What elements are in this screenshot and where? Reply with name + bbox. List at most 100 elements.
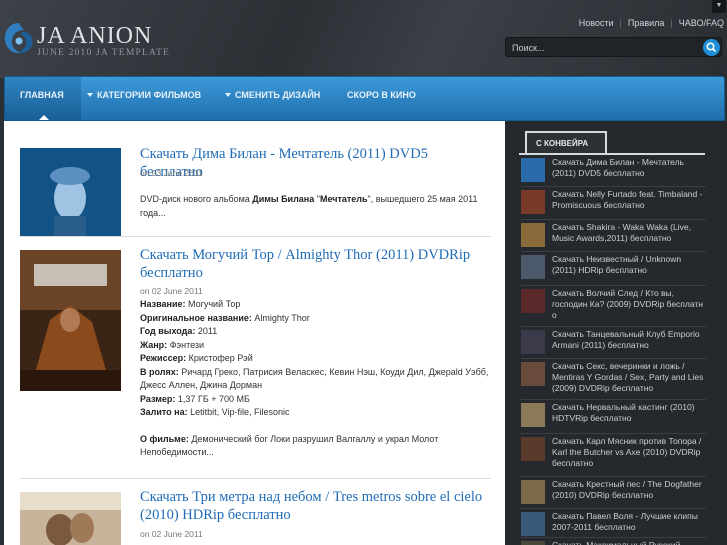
detail-row: Размер: 1,37 ГБ + 700 МБ [140, 393, 490, 407]
search-input[interactable] [512, 41, 692, 54]
sidebar-item-title[interactable]: Скачать Волчий След / Кто вы, господин К… [552, 288, 707, 321]
post-divider [20, 236, 491, 237]
sidebar-item-title[interactable]: Скачать Карл Мясник против Топора / Karl… [552, 436, 707, 469]
detail-value: Кристофер Рэй [186, 353, 253, 363]
sidebar-item-title[interactable]: Скачать Танцевальный Клуб Emporio Armani… [552, 329, 707, 351]
nav-change-design[interactable]: Сменить дизайн [225, 77, 320, 120]
sidebar-item[interactable]: Скачать Карл Мясник против Топора / Karl… [521, 434, 706, 477]
detail-value: Letitbit, Vip-file, Filesonic [187, 407, 290, 417]
detail-row: Жанр: Фэнтези [140, 339, 490, 353]
post-thumbnail[interactable] [20, 148, 121, 237]
sidebar-item-thumbnail[interactable] [521, 190, 545, 214]
sidebar-item[interactable]: Скачать Нервальный кастинг (2010) HDTVRi… [521, 400, 706, 434]
detail-label: Название: [140, 299, 186, 309]
detail-value: 2011 [195, 326, 218, 336]
sidebar-item-thumbnail[interactable] [521, 437, 545, 461]
sidebar-item-title[interactable]: Скачать Дима Билан - Мечтатель (2011) DV… [552, 157, 707, 179]
detail-row: Название: Могучий Тор [140, 298, 490, 312]
separator: | [670, 18, 673, 28]
sidebar-item[interactable]: Скачать Танцевальный Клуб Emporio Armani… [521, 327, 706, 359]
sidebar-item-thumbnail[interactable] [521, 362, 545, 386]
sidebar-item[interactable]: Скачать Дима Билан - Мечтатель (2011) DV… [521, 155, 706, 187]
detail-value: 1,37 ГБ + 700 МБ [175, 393, 250, 404]
post-date: on 03 June 2011 [140, 168, 203, 178]
sidebar-item[interactable]: Скачать Волчий След / Кто вы, господин К… [521, 286, 706, 327]
detail-value: Almighty Thor [251, 312, 310, 323]
caret-down-icon [225, 92, 231, 97]
nav-categories-label: Категории фильмов [97, 90, 202, 100]
nav-home-label: Главная [20, 90, 64, 100]
detail-label: Размер: [140, 393, 176, 404]
active-pointer [39, 115, 49, 120]
sidebar-item-title[interactable]: Скачать Павел Воля - Лучшие клипы 2007-2… [552, 511, 707, 533]
excerpt-bold: Димы Билана [252, 194, 315, 204]
nav-coming-soon-label: Скоро в кино [347, 90, 416, 100]
sidebar-item[interactable]: Скачать Крестный пес / The Dogfather (20… [521, 477, 706, 509]
logo-icon[interactable] [3, 20, 35, 56]
sidebar-item[interactable]: Скачать Секс, вечеринки и ложь / Mentira… [521, 359, 706, 400]
sidebar-item-thumbnail[interactable] [521, 255, 545, 279]
post-item: Скачать Три метра над небом / Tres metro… [20, 488, 491, 545]
sidebar-item-thumbnail[interactable] [521, 223, 545, 247]
sidebar-item-thumbnail[interactable] [521, 541, 545, 545]
sidebar-item-title[interactable]: Скачать Крестный пес / The Dogfather (20… [552, 479, 707, 501]
detail-label: Залито на: [140, 407, 188, 417]
detail-row: О фильме: Демонический бог Локи разрушил… [140, 433, 490, 460]
post-title[interactable]: Скачать Три метра над небом / Tres metro… [140, 488, 490, 524]
post-thumbnail[interactable] [20, 250, 121, 391]
top-link-faq[interactable]: ЧАВО/FAQ [679, 18, 724, 28]
sidebar-item-title[interactable]: Скачать Максимальный Русский [552, 540, 707, 545]
sidebar-item-title[interactable]: Скачать Shakira - Waka Waka (Live, Music… [552, 222, 707, 244]
nav-change-design-label: Сменить дизайн [235, 90, 321, 100]
sidebar-item-thumbnail[interactable] [521, 289, 545, 313]
sidebar-item-title[interactable]: Скачать Нервальный кастинг (2010) HDTVRi… [552, 402, 707, 424]
content-area: Скачать Дима Билан - Мечтатель (2011) DV… [4, 121, 505, 545]
detail-label: Режиссер: [140, 353, 187, 363]
sidebar-item-title[interactable]: Скачать Секс, вечеринки и ложь / Mentira… [552, 361, 707, 394]
post-thumbnail[interactable] [20, 492, 121, 545]
detail-label: Год выхода: [140, 326, 196, 336]
sidebar-tab[interactable]: С конвейра [525, 131, 607, 154]
search-box [505, 37, 722, 57]
excerpt-text: DVD-диск нового альбома [140, 194, 253, 204]
post-date: on 02 June 2011 [140, 286, 203, 296]
post-details: Название: Могучий Тор Оригинальное назва… [140, 298, 490, 460]
post-title[interactable]: Скачать Могучий Тор / Almighty Thor (201… [140, 246, 490, 282]
post-item: Скачать Дима Билан - Мечтатель (2011) DV… [20, 145, 491, 237]
detail-label: О фильме: [140, 433, 189, 444]
sidebar-item[interactable]: Скачать Максимальный Русский [521, 538, 706, 545]
detail-row: Режиссер: Кристофер Рэй [140, 352, 490, 366]
detail-label: Жанр: [140, 339, 168, 350]
separator: | [619, 18, 622, 28]
sidebar-item-thumbnail[interactable] [521, 158, 545, 182]
sidebar-item-thumbnail[interactable] [521, 480, 545, 504]
site-tagline: JUNE 2010 JA TEMPLATE [37, 48, 170, 58]
post-excerpt: DVD-диск нового альбома Димы Билана "Меч… [140, 193, 490, 220]
sidebar-item-thumbnail[interactable] [521, 512, 545, 536]
sidebar: С конвейра Скачать Дима Билан - Мечтател… [505, 121, 727, 545]
nav-home[interactable]: Главная [5, 77, 81, 120]
caret-down-icon [87, 92, 93, 97]
sidebar-item-thumbnail[interactable] [521, 403, 545, 427]
sidebar-item[interactable]: Скачать Неизвестный / Unknown (2011) HDR… [521, 252, 706, 286]
detail-row: Оригинальное название: Almighty Thor [140, 312, 490, 326]
detail-value: Фэнтези [167, 339, 205, 350]
sidebar-item[interactable]: Скачать Nelly Furtado feat. Timbaland - … [521, 187, 706, 220]
search-button[interactable] [703, 39, 720, 56]
nav-categories[interactable]: Категории фильмов [87, 77, 201, 120]
top-link-rules[interactable]: Правила [628, 18, 665, 28]
site-brand[interactable]: JA ANION [37, 23, 152, 49]
chevron-down-icon[interactable]: ▼ [712, 0, 726, 13]
sidebar-item[interactable]: Скачать Shakira - Waka Waka (Live, Music… [521, 220, 706, 252]
sidebar-item[interactable]: Скачать Павел Воля - Лучшие клипы 2007-2… [521, 509, 706, 538]
sidebar-item-title[interactable]: Скачать Неизвестный / Unknown (2011) HDR… [552, 254, 707, 276]
sidebar-item-thumbnail[interactable] [521, 330, 545, 354]
search-icon [706, 42, 717, 53]
detail-label: В ролях: [140, 366, 179, 377]
detail-value: Ричард Греко, Патрисия Веласкес, Кевин Н… [140, 366, 489, 391]
post-date: on 02 June 2011 [140, 529, 203, 539]
nav-coming-soon[interactable]: Скоро в кино [347, 77, 416, 120]
top-link-news[interactable]: Новости [579, 18, 614, 28]
sidebar-item-title[interactable]: Скачать Nelly Furtado feat. Timbaland - … [552, 189, 707, 211]
post-item: Скачать Могучий Тор / Almighty Thor (201… [20, 246, 491, 476]
